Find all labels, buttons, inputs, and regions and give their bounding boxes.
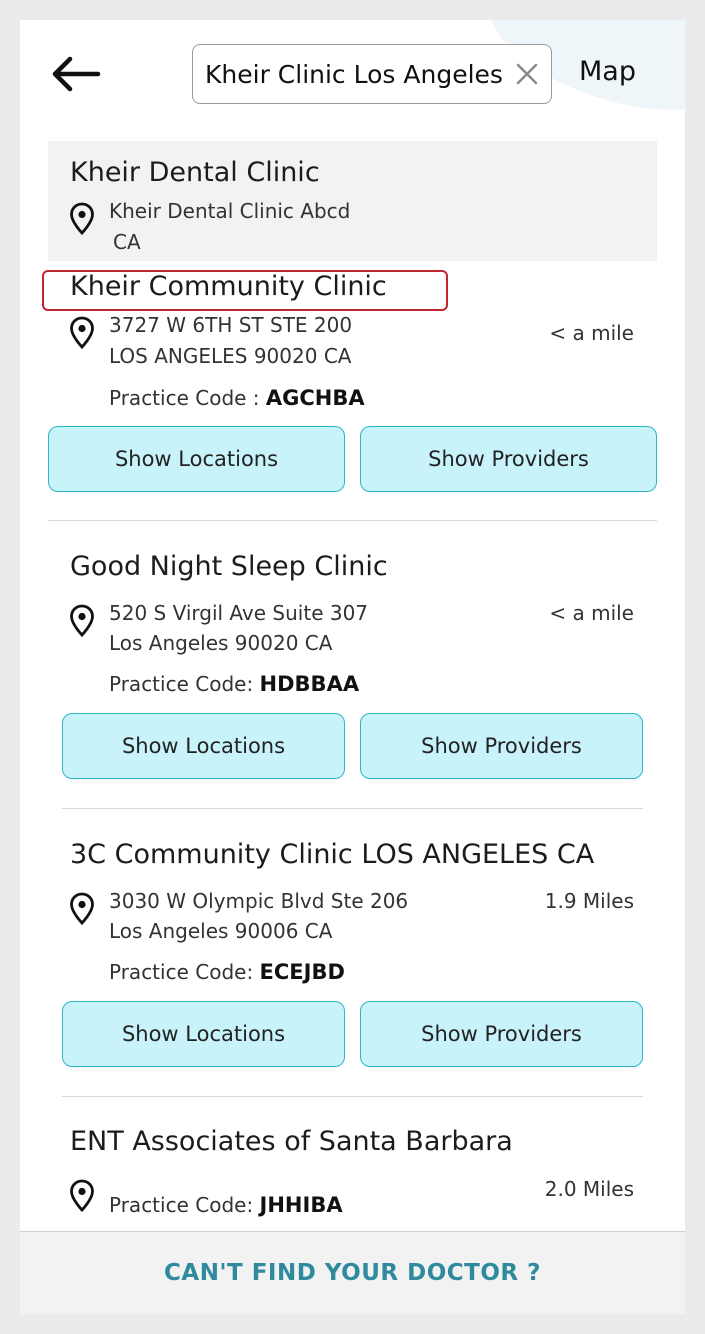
show-providers-button[interactable]: Show Providers (360, 1001, 643, 1067)
practice-code-label: Practice Code: (109, 672, 260, 696)
show-providers-label: Show Providers (421, 1022, 582, 1046)
back-arrow-icon[interactable] (48, 52, 104, 96)
clinic-name: Kheir Dental Clinic (70, 157, 320, 188)
location-pin-icon (70, 604, 94, 638)
address-line: 3030 W Olympic Blvd Ste 206 (109, 889, 409, 913)
close-icon[interactable] (511, 58, 543, 90)
divider (62, 808, 643, 809)
address-line: Los Angeles 90020 CA (109, 631, 333, 655)
show-providers-button[interactable]: Show Providers (360, 713, 643, 779)
distance-label: < a mile (549, 601, 634, 625)
address-line: Kheir Dental Clinic Abcd (109, 199, 351, 223)
search-input[interactable]: Kheir Clinic Los Angeles (192, 44, 552, 104)
address-line: Los Angeles 90006 CA (109, 919, 333, 943)
distance-label: 1.9 Miles (544, 889, 634, 913)
location-pin-icon (70, 316, 94, 350)
show-locations-button[interactable]: Show Locations (62, 713, 345, 779)
show-locations-label: Show Locations (114, 447, 279, 471)
practice-code: Practice Code : AGCHBA (109, 386, 365, 410)
practice-code-value: ECEJBD (259, 960, 345, 984)
clinic-name[interactable]: Kheir Community Clinic (70, 271, 387, 302)
address-line: LOS ANGELES 90020 CA (109, 344, 352, 368)
cant-find-doctor-label: CAN'T FIND YOUR DOCTOR ? (164, 1260, 541, 1286)
address-line: CA (113, 230, 141, 254)
practice-code-value: HDBBAA (259, 672, 360, 696)
practice-code: Practice Code: JHHIBA (109, 1193, 343, 1217)
search-input-value: Kheir Clinic Los Angeles (205, 59, 503, 89)
practice-code-value: AGCHBA (265, 386, 365, 410)
location-pin-icon (70, 202, 94, 236)
phone-screen: Kheir Clinic Los Angeles Map Kheir Denta… (20, 20, 685, 1314)
cant-find-doctor-button[interactable]: CAN'T FIND YOUR DOCTOR ? (20, 1231, 685, 1314)
practice-code: Practice Code: ECEJBD (109, 960, 345, 984)
map-button[interactable]: Map (579, 56, 636, 87)
practice-code-value: JHHIBA (259, 1193, 343, 1217)
address-line: 3727 W 6TH ST STE 200 (109, 313, 353, 337)
address-line: 520 S Virgil Ave Suite 307 (109, 601, 369, 625)
location-pin-icon (70, 1179, 94, 1213)
show-locations-button[interactable]: Show Locations (62, 1001, 345, 1067)
practice-code-label: Practice Code : (109, 386, 266, 410)
clinic-name[interactable]: 3C Community Clinic LOS ANGELES CA (70, 839, 594, 870)
divider (48, 520, 657, 521)
show-locations-button[interactable]: Show Locations (48, 426, 345, 492)
distance-label: < a mile (549, 321, 634, 345)
show-providers-button[interactable]: Show Providers (360, 426, 657, 492)
practice-code-label: Practice Code: (109, 1193, 260, 1217)
result-item[interactable]: Kheir Dental Clinic Kheir Dental Clinic … (48, 141, 657, 261)
location-pin-icon (70, 892, 94, 926)
distance-label: 2.0 Miles (544, 1177, 634, 1201)
show-locations-label: Show Locations (121, 734, 286, 758)
clinic-name[interactable]: Good Night Sleep Clinic (70, 551, 388, 582)
show-providers-label: Show Providers (421, 734, 582, 758)
divider (62, 1096, 643, 1097)
show-locations-label: Show Locations (121, 1022, 286, 1046)
show-providers-label: Show Providers (428, 447, 589, 471)
clinic-name[interactable]: ENT Associates of Santa Barbara (70, 1126, 513, 1157)
practice-code-label: Practice Code: (109, 960, 260, 984)
practice-code: Practice Code: HDBBAA (109, 672, 359, 696)
